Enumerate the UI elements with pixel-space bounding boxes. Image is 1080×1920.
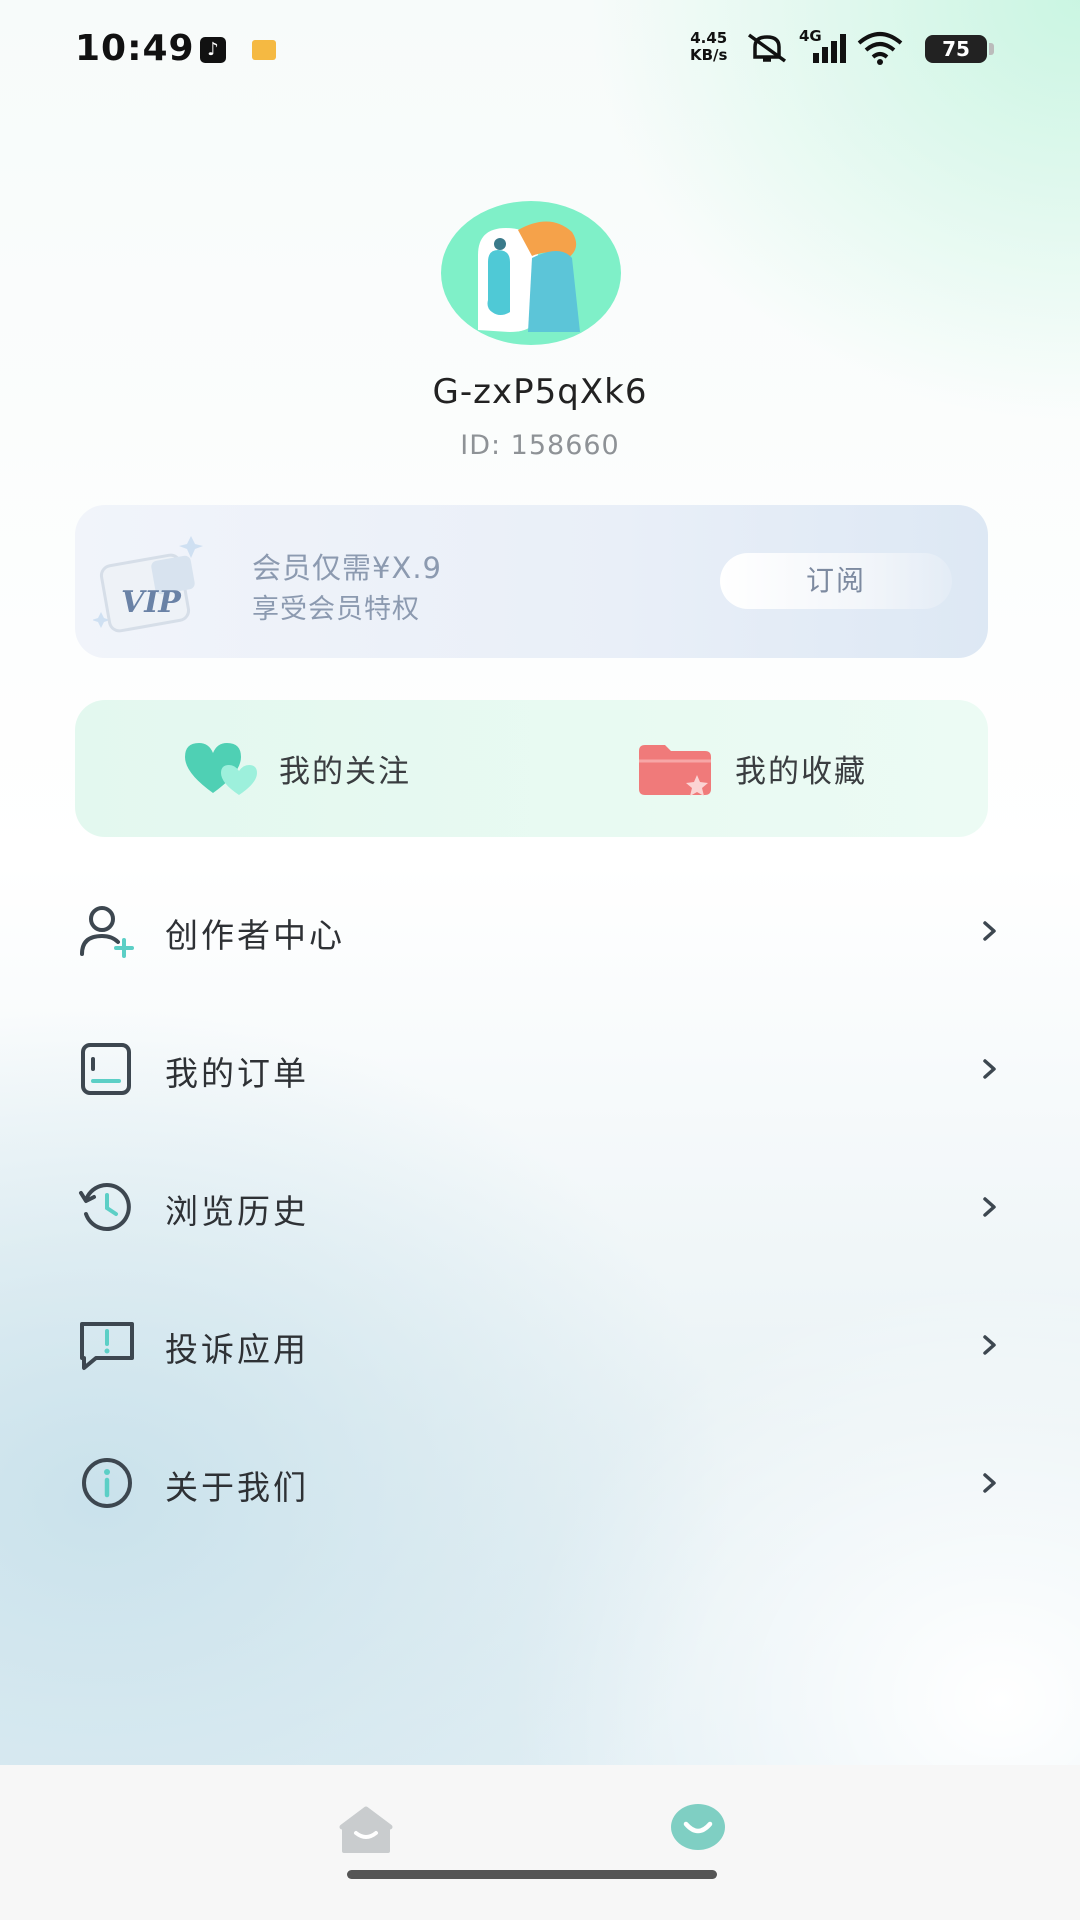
network-speed: 4.45 KB/s xyxy=(690,30,727,64)
folder-star-icon xyxy=(639,744,711,796)
message-icon xyxy=(252,40,276,60)
bottom-nav xyxy=(0,1765,1080,1920)
my-follows-label: 我的关注 xyxy=(279,754,411,790)
chevron-right-icon xyxy=(983,1059,996,1079)
vip-benefit-text: 享受会员特权 xyxy=(252,594,420,625)
status-time: 10:49 xyxy=(75,28,195,69)
avatar[interactable] xyxy=(440,200,622,346)
menu-item-my-orders[interactable]: 我的订单 xyxy=(0,1000,1080,1138)
menu-item-about-us[interactable]: 关于我们 xyxy=(0,1414,1080,1552)
home-indicator[interactable] xyxy=(347,1870,717,1879)
settings-menu: 创作者中心 我的订单 浏览历史 投诉应用 关于我们 xyxy=(0,862,1080,1552)
my-collection-label: 我的收藏 xyxy=(735,754,867,790)
subscribe-button[interactable]: 订阅 xyxy=(720,553,952,609)
shortcut-card: 我的关注 我的收藏 xyxy=(75,700,988,837)
chevron-right-icon xyxy=(983,1335,996,1355)
tiktok-icon: ♪ xyxy=(200,37,226,63)
menu-item-label: 我的订单 xyxy=(165,1054,309,1093)
report-icon xyxy=(80,1322,134,1370)
my-follows-button[interactable]: 我的关注 xyxy=(183,700,411,837)
network-speed-unit: KB/s xyxy=(690,46,728,64)
chevron-right-icon xyxy=(983,1473,996,1493)
smile-icon[interactable] xyxy=(670,1802,726,1852)
vip-banner[interactable]: VIP 会员仅需¥X.9 享受会员特权 订阅 xyxy=(75,505,988,658)
status-bar: 10:49 ♪ 4.45 KB/s 4G 75 xyxy=(0,0,1080,100)
order-icon xyxy=(81,1043,131,1095)
signal-icon: 4G xyxy=(799,27,847,65)
menu-item-creator-center[interactable]: 创作者中心 xyxy=(0,862,1080,1000)
username: G-zxP5qXk6 xyxy=(432,372,648,412)
menu-item-report-app[interactable]: 投诉应用 xyxy=(0,1276,1080,1414)
mute-icon xyxy=(747,33,787,63)
menu-item-label: 投诉应用 xyxy=(165,1330,309,1369)
network-type: 4G xyxy=(799,27,822,45)
user-id: ID: 158660 xyxy=(460,430,620,461)
vip-price-text: 会员仅需¥X.9 xyxy=(252,551,442,585)
chevron-right-icon xyxy=(983,1197,996,1217)
home-icon[interactable] xyxy=(338,1805,394,1855)
user-add-icon xyxy=(80,906,134,958)
vip-badge-text: VIP xyxy=(121,585,182,620)
chevron-right-icon xyxy=(983,921,996,941)
menu-item-browse-history[interactable]: 浏览历史 xyxy=(0,1138,1080,1276)
wifi-icon xyxy=(857,32,903,65)
network-speed-value: 4.45 xyxy=(690,29,728,47)
menu-item-label: 浏览历史 xyxy=(165,1192,309,1231)
status-icons: 4G xyxy=(745,27,903,68)
my-collection-button[interactable]: 我的收藏 xyxy=(637,700,867,837)
menu-item-label: 关于我们 xyxy=(165,1468,309,1507)
info-icon xyxy=(82,1458,132,1508)
history-icon xyxy=(79,1183,131,1231)
heart-icon xyxy=(185,742,257,795)
vip-badge-icon: VIP xyxy=(93,536,203,633)
battery-icon: 75 xyxy=(925,35,994,63)
menu-item-label: 创作者中心 xyxy=(165,916,345,955)
